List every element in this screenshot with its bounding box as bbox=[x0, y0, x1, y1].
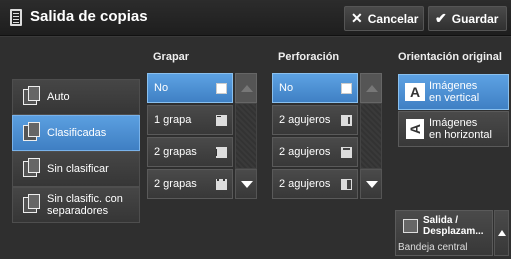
staple-left-edge-icon bbox=[216, 147, 227, 158]
orientation-landscape-button[interactable]: A Imágenes en horizontal bbox=[398, 111, 509, 147]
punch-scroll-down-button[interactable] bbox=[360, 169, 382, 199]
uncollated-icon bbox=[23, 158, 40, 177]
punch-right-edge-icon bbox=[341, 115, 352, 126]
cancel-button[interactable]: ✕ Cancelar bbox=[344, 6, 424, 31]
staple-scroll-track[interactable] bbox=[235, 103, 257, 169]
chevron-up-icon bbox=[498, 230, 506, 236]
orientation-portrait-label: Imágenes en vertical bbox=[429, 80, 480, 104]
punch-heading: Perforación bbox=[278, 51, 340, 63]
staple-top-left-icon bbox=[216, 115, 227, 126]
chevron-up-icon bbox=[241, 85, 253, 92]
checkbox-icon bbox=[216, 83, 227, 94]
mode-uncollated-button[interactable]: Sin clasificar bbox=[12, 151, 140, 187]
punch-top-edge-icon bbox=[341, 147, 352, 158]
punch-scrollbar[interactable] bbox=[360, 73, 382, 199]
chevron-up-icon bbox=[366, 85, 378, 92]
cancel-label: Cancelar bbox=[367, 11, 419, 26]
punch-option-1[interactable]: 2 agujeros bbox=[272, 105, 358, 135]
chevron-down-icon bbox=[241, 181, 253, 188]
staple-option-3[interactable]: 2 grapas bbox=[147, 169, 233, 199]
orientation-heading: Orientación original bbox=[398, 51, 502, 63]
checkbox-icon bbox=[341, 83, 352, 94]
landscape-orientation-icon: A bbox=[406, 119, 424, 139]
punch-right-holes-icon bbox=[341, 179, 352, 190]
punch-scroll-up-button[interactable] bbox=[360, 73, 382, 103]
portrait-orientation-icon: A bbox=[405, 83, 425, 101]
orientation-landscape-label: Imágenes en horizontal bbox=[429, 117, 492, 141]
auto-collate-icon bbox=[23, 86, 40, 105]
chevron-down-icon bbox=[366, 181, 378, 188]
staple-scroll-up-button[interactable] bbox=[235, 73, 257, 103]
save-label: Guardar bbox=[451, 11, 499, 26]
output-offset-button[interactable]: Salida / Desplazam... Bandeja central bbox=[395, 210, 493, 256]
title-bar: Salida de copias ✕ Cancelar ✔ Guardar bbox=[0, 0, 511, 36]
mode-collated-button[interactable]: Clasificadas bbox=[12, 115, 140, 151]
output-tray-value: Bandeja central bbox=[398, 242, 468, 253]
output-scroll-up-button[interactable] bbox=[494, 210, 509, 256]
checkmark-icon: ✔ bbox=[435, 10, 447, 26]
punch-option-2[interactable]: 2 agujeros bbox=[272, 137, 358, 167]
copy-output-icon bbox=[10, 9, 22, 26]
staple-option-2[interactable]: 2 grapas bbox=[147, 137, 233, 167]
mode-uncollated-separators-button[interactable]: Sin clasific. con separadores bbox=[12, 187, 140, 223]
close-icon: ✕ bbox=[351, 10, 363, 26]
mode-uncollated-label: Sin clasificar bbox=[47, 163, 109, 175]
punch-option-no[interactable]: No bbox=[272, 73, 358, 103]
staple-scrollbar[interactable] bbox=[235, 73, 257, 199]
mode-separators-label: Sin clasific. con separadores bbox=[47, 193, 123, 217]
punch-option-3[interactable]: 2 agujeros bbox=[272, 169, 358, 199]
staple-top-edge-icon bbox=[216, 179, 227, 190]
staple-scroll-down-button[interactable] bbox=[235, 169, 257, 199]
output-tray-icon bbox=[403, 219, 418, 233]
collated-icon bbox=[23, 122, 40, 141]
output-offset-label: Salida / Desplazam... bbox=[423, 215, 484, 237]
mode-auto-label: Auto bbox=[47, 91, 70, 103]
save-button[interactable]: ✔ Guardar bbox=[428, 6, 507, 31]
mode-auto-button[interactable]: Auto bbox=[12, 79, 140, 115]
staple-option-no[interactable]: No bbox=[147, 73, 233, 103]
main-panel: Auto Clasificadas Sin clasificar Sin cla… bbox=[0, 37, 511, 259]
staple-heading: Grapar bbox=[153, 51, 190, 63]
separator-sheets-icon bbox=[23, 194, 40, 213]
orientation-portrait-button[interactable]: A Imágenes en vertical bbox=[398, 74, 509, 110]
page-title: Salida de copias bbox=[30, 8, 148, 25]
punch-scroll-track[interactable] bbox=[360, 103, 382, 169]
mode-collated-label: Clasificadas bbox=[47, 127, 107, 139]
staple-option-1[interactable]: 1 grapa bbox=[147, 105, 233, 135]
